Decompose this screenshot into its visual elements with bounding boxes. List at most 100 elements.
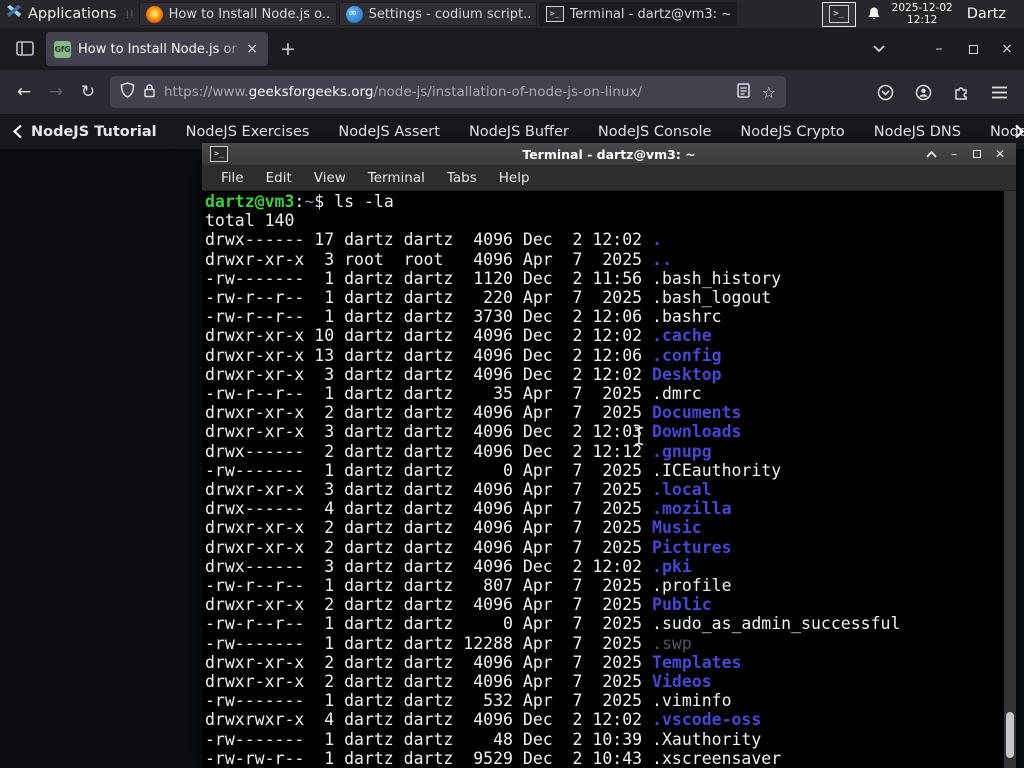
taskbar-window-firefox[interactable]: How to Install Node.js o... <box>138 2 337 26</box>
ls-row: -rw-r--r-- 1 dartz dartz 35 Apr 7 2025 .… <box>205 384 702 404</box>
window-minimize-button[interactable]: – <box>922 32 956 66</box>
tab-title: How to Install Node.js on <box>78 41 238 57</box>
panel-grip: ⁞⁞ <box>125 7 135 21</box>
terminal-minimize-button[interactable]: – <box>947 147 961 161</box>
typed-command: ls -la <box>334 192 394 211</box>
terminal-menu-tabs[interactable]: Tabs <box>436 170 488 186</box>
ls-row: drwxr-xr-x 2 dartz dartz 4096 Apr 7 2025… <box>205 595 712 615</box>
ls-row: -rw-r--r-- 1 dartz dartz 0 Apr 7 2025 .s… <box>205 614 901 634</box>
maximize-icon <box>968 44 978 54</box>
scrollbar-thumb[interactable] <box>1006 712 1014 758</box>
prompt-user: dartz@vm3 <box>205 192 295 211</box>
pocket-icon[interactable] <box>870 76 900 108</box>
system-tray: >_ 2025-12-02 12:12 Dartz <box>821 1 1024 27</box>
terminal-icon: >_ <box>828 5 849 23</box>
ls-row: drwxr-xr-x 3 root root 4096 Apr 7 2025 .… <box>205 249 672 269</box>
gfg-favicon: GfG <box>54 40 71 58</box>
desktop: Applications ⁞⁞ How to Install Node.js o… <box>0 0 1024 768</box>
terminal-rollup-icon[interactable] <box>924 147 938 161</box>
prompt-colon: : <box>294 192 305 211</box>
tracking-shield-icon[interactable] <box>120 82 135 102</box>
list-all-tabs-icon[interactable] <box>862 32 896 66</box>
site-nav-link-nodejs-dns[interactable]: NodeJS DNS <box>874 124 961 140</box>
ls-output: drwx------ 17 dartz dartz 4096 Dec 2 12:… <box>205 230 1002 768</box>
window-close-button[interactable]: × <box>990 32 1024 66</box>
ls-row: -rw------- 1 dartz dartz 48 Dec 2 10:39 … <box>205 729 762 749</box>
ls-row: drwx------ 4 dartz dartz 4096 Apr 7 2025… <box>205 499 732 519</box>
ibeam-mouse-cursor <box>633 426 645 450</box>
firefox-icon <box>145 5 163 23</box>
site-nav-link-nodejs-assert[interactable]: NodeJS Assert <box>338 124 440 140</box>
site-nav-link-nodejs-tutorial[interactable]: NodeJS Tutorial <box>31 124 157 140</box>
terminal-menu-help[interactable]: Help <box>488 170 541 186</box>
ls-row: -rw------- 1 dartz dartz 532 Apr 7 2025 … <box>205 691 732 711</box>
ls-row: drwx------ 3 dartz dartz 4096 Dec 2 12:0… <box>205 556 692 576</box>
lock-icon[interactable] <box>143 83 156 102</box>
terminal-close-button[interactable]: ✕ <box>993 147 1007 161</box>
reload-button[interactable]: ↻ <box>72 76 104 108</box>
terminal-icon: >_ <box>210 146 228 162</box>
hamburger-menu-icon[interactable] <box>984 76 1014 108</box>
ls-total-line: total 140 <box>205 211 295 231</box>
terminal-scrollbar[interactable] <box>1004 191 1016 768</box>
firefox-view-icon[interactable] <box>10 35 40 63</box>
ls-row: drwx------ 2 dartz dartz 4096 Dec 2 12:1… <box>205 441 712 461</box>
ls-row: drwxrwxr-x 4 dartz dartz 4096 Dec 2 12:0… <box>205 710 762 730</box>
window-maximize-button[interactable] <box>956 32 990 66</box>
terminal-menu-edit[interactable]: Edit <box>255 170 303 186</box>
ls-row: -rw------- 1 dartz dartz 1120 Dec 2 11:5… <box>205 268 782 288</box>
taskbar-window-codium[interactable]: Settings - codium script... <box>338 2 537 26</box>
panel-user-label[interactable]: Dartz <box>963 6 1016 22</box>
terminal-output[interactable]: dartz@vm3:~$ ls -la total 140 drwx------… <box>202 191 1016 768</box>
nav-scroll-left-icon[interactable] <box>12 124 23 139</box>
extensions-icon[interactable] <box>946 76 976 108</box>
taskbar-window-terminal[interactable]: >_ Terminal - dartz@vm3: ~ <box>538 2 737 26</box>
notification-bell-icon[interactable] <box>866 6 882 22</box>
firefox-nav-toolbar: ← → ↻ https://www.geeksforgeeks.org/node… <box>0 70 1024 114</box>
back-button[interactable]: ← <box>8 76 40 108</box>
ls-row: -rw-rw-r-- 1 dartz dartz 9529 Dec 2 10:4… <box>205 748 782 768</box>
ls-row: -rw-r--r-- 1 dartz dartz 220 Apr 7 2025 … <box>205 288 772 308</box>
ls-row: -rw-r--r-- 1 dartz dartz 3730 Dec 2 12:0… <box>205 307 722 327</box>
top-panel: Applications ⁞⁞ How to Install Node.js o… <box>0 0 1024 28</box>
account-icon[interactable] <box>908 76 938 108</box>
panel-clock[interactable]: 2025-12-02 12:12 <box>892 2 953 26</box>
terminal-title: Terminal - dartz@vm3: ~ <box>522 146 696 162</box>
terminal-window: >_ Terminal - dartz@vm3: ~ – ✕ File Edit V… <box>202 143 1016 768</box>
url-bar[interactable]: https://www.geeksforgeeks.org/node-js/in… <box>110 76 786 108</box>
new-tab-button[interactable]: + <box>280 38 296 60</box>
clock-date: 2025-12-02 <box>891 2 953 14</box>
ls-row: drwx------ 17 dartz dartz 4096 Dec 2 12:… <box>205 230 662 250</box>
taskbar-window-title: Settings - codium script... <box>368 6 530 22</box>
taskbar-window-title: Terminal - dartz@vm3: ~ <box>569 6 730 22</box>
site-nav-link-nodejs-console[interactable]: NodeJS Console <box>598 124 712 140</box>
taskbar-window-title: How to Install Node.js o... <box>168 6 330 22</box>
terminal-menu-terminal[interactable]: Terminal <box>357 170 436 186</box>
terminal-menubar: File Edit View Terminal Tabs Help <box>202 166 1016 191</box>
site-nav-link-nodejs-crypto[interactable]: NodeJS Crypto <box>740 124 844 140</box>
ls-row: -rw------- 1 dartz dartz 0 Apr 7 2025 .I… <box>205 460 782 480</box>
bookmark-star-icon[interactable]: ☆ <box>762 83 776 102</box>
ls-row: drwxr-xr-x 2 dartz dartz 4096 Apr 7 2025… <box>205 518 702 538</box>
nav-scroll-right-icon[interactable] <box>1014 124 1024 139</box>
url-path: /node-js/installation-of-node-js-on-linu… <box>373 84 642 100</box>
forward-button[interactable]: → <box>40 76 72 108</box>
ls-row: -rw-r--r-- 1 dartz dartz 807 Apr 7 2025 … <box>205 576 732 596</box>
terminal-maximize-button[interactable] <box>970 147 984 161</box>
reader-mode-icon[interactable] <box>736 82 750 102</box>
browser-tab-active[interactable]: GfG How to Install Node.js on × <box>46 32 268 66</box>
maximize-icon <box>973 150 981 158</box>
ls-row: drwxr-xr-x 2 dartz dartz 4096 Apr 7 2025… <box>205 672 712 692</box>
tab-close-icon[interactable]: × <box>244 41 260 57</box>
tray-terminal-icon[interactable]: >_ <box>821 1 856 27</box>
site-nav-link-nodejs-buffer[interactable]: NodeJS Buffer <box>469 124 569 140</box>
terminal-menu-file[interactable]: File <box>210 170 255 186</box>
ls-row: drwxr-xr-x 13 dartz dartz 4096 Dec 2 12:… <box>205 345 722 365</box>
applications-menu-button[interactable]: Applications <box>0 0 123 28</box>
terminal-menu-view[interactable]: View <box>303 170 357 186</box>
site-nav-link-nodejs-exercises[interactable]: NodeJS Exercises <box>186 124 310 140</box>
terminal-titlebar[interactable]: >_ Terminal - dartz@vm3: ~ – ✕ <box>202 143 1016 166</box>
ls-row: drwxr-xr-x 3 dartz dartz 4096 Dec 2 12:0… <box>205 422 742 442</box>
terminal-icon: >_ <box>545 6 564 22</box>
ls-row: drwxr-xr-x 2 dartz dartz 4096 Apr 7 2025… <box>205 652 742 672</box>
